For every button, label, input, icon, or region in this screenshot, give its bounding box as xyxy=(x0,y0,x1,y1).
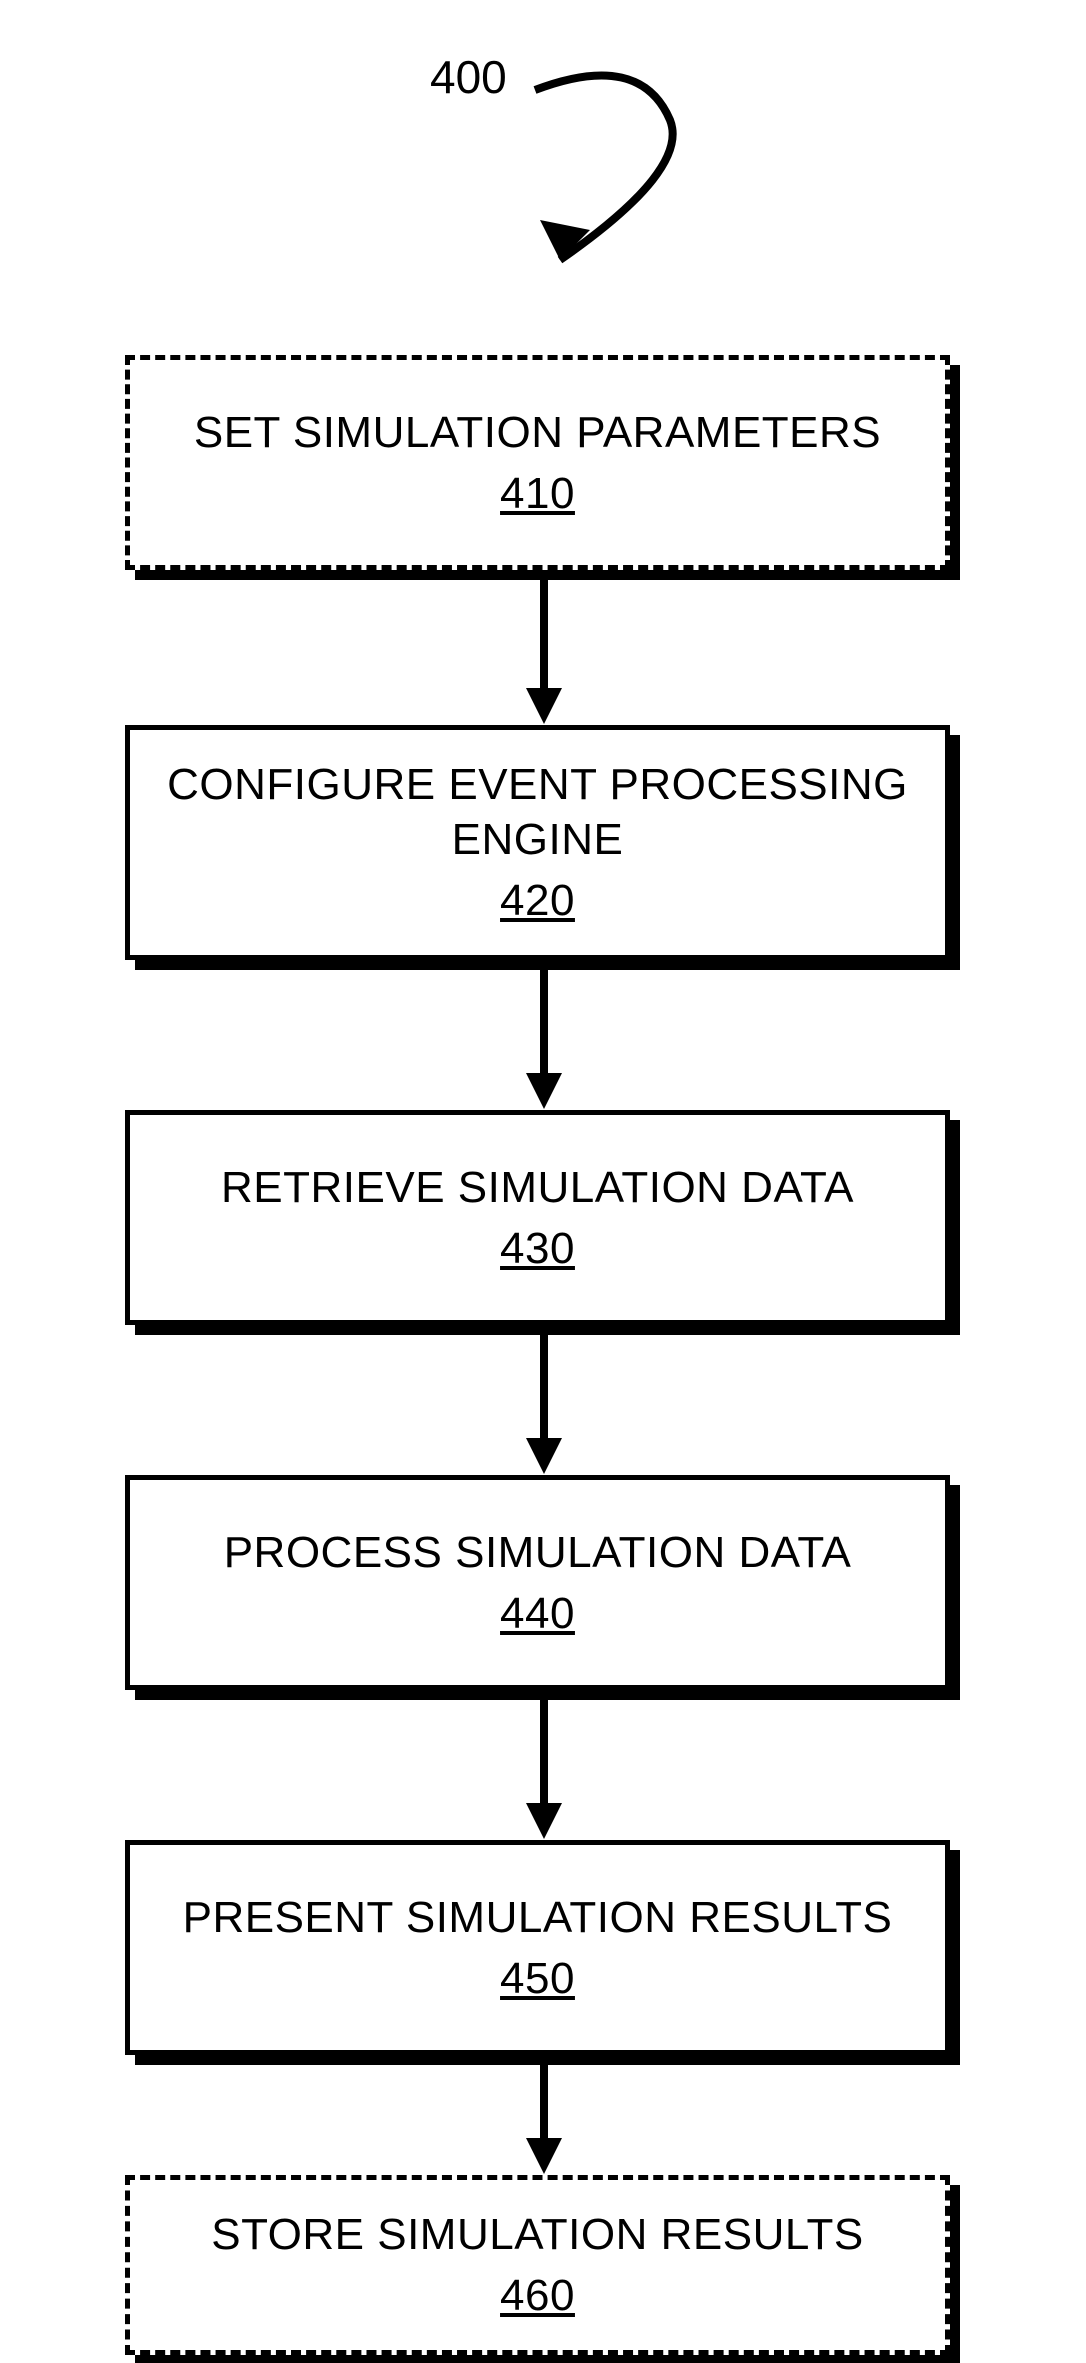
arrow-410-420-line xyxy=(540,580,548,690)
step-retrieve-simulation-data: RETRIEVE SIMULATION DATA 430 xyxy=(125,1110,950,1325)
arrow-440-450-head xyxy=(526,1803,562,1839)
figure-ref-number: 400 xyxy=(430,50,507,104)
step-configure-event-processing-engine: CONFIGURE EVENT PROCESSING ENGINE CONFIG… xyxy=(125,725,950,960)
step-present-simulation-results: PRESENT SIMULATION RESULTS 450 xyxy=(125,1840,950,2055)
arrow-430-440-head xyxy=(526,1438,562,1474)
step-number: 420 xyxy=(500,873,575,928)
arrow-450-460-head xyxy=(526,2138,562,2174)
step-title: RETRIEVE SIMULATION DATA xyxy=(221,1160,854,1215)
step-store-simulation-results: STORE SIMULATION RESULTS 460 xyxy=(125,2175,950,2355)
step-set-simulation-parameters: SET SIMULATION PARAMETERS 410 xyxy=(125,355,950,570)
step-title: STORE SIMULATION RESULTS xyxy=(211,2207,864,2262)
step-number: 450 xyxy=(500,1951,575,2006)
step-title: PRESENT SIMULATION RESULTS xyxy=(183,1890,893,1945)
arrow-410-420-head xyxy=(526,688,562,724)
step-number: 430 xyxy=(500,1221,575,1276)
step-title: CONFIGURE EVENT PROCESSING ENGINE CONFIG… xyxy=(167,757,908,867)
step-title: PROCESS SIMULATION DATA xyxy=(224,1525,852,1580)
arrow-420-430-head xyxy=(526,1073,562,1109)
step-number: 440 xyxy=(500,1586,575,1641)
step-process-simulation-data: PROCESS SIMULATION DATA 440 xyxy=(125,1475,950,1690)
arrow-450-460-line xyxy=(540,2060,548,2140)
arrow-440-450-line xyxy=(540,1695,548,1805)
step-number: 460 xyxy=(500,2268,575,2323)
arrow-420-430-line xyxy=(540,965,548,1075)
entry-arrow xyxy=(520,60,780,320)
step-number: 410 xyxy=(500,466,575,521)
step-title: SET SIMULATION PARAMETERS xyxy=(194,405,881,460)
flowchart: 400 SET SIMULATION PARAMETERS 410 CONFIG… xyxy=(0,0,1086,2363)
arrow-430-440-line xyxy=(540,1330,548,1440)
